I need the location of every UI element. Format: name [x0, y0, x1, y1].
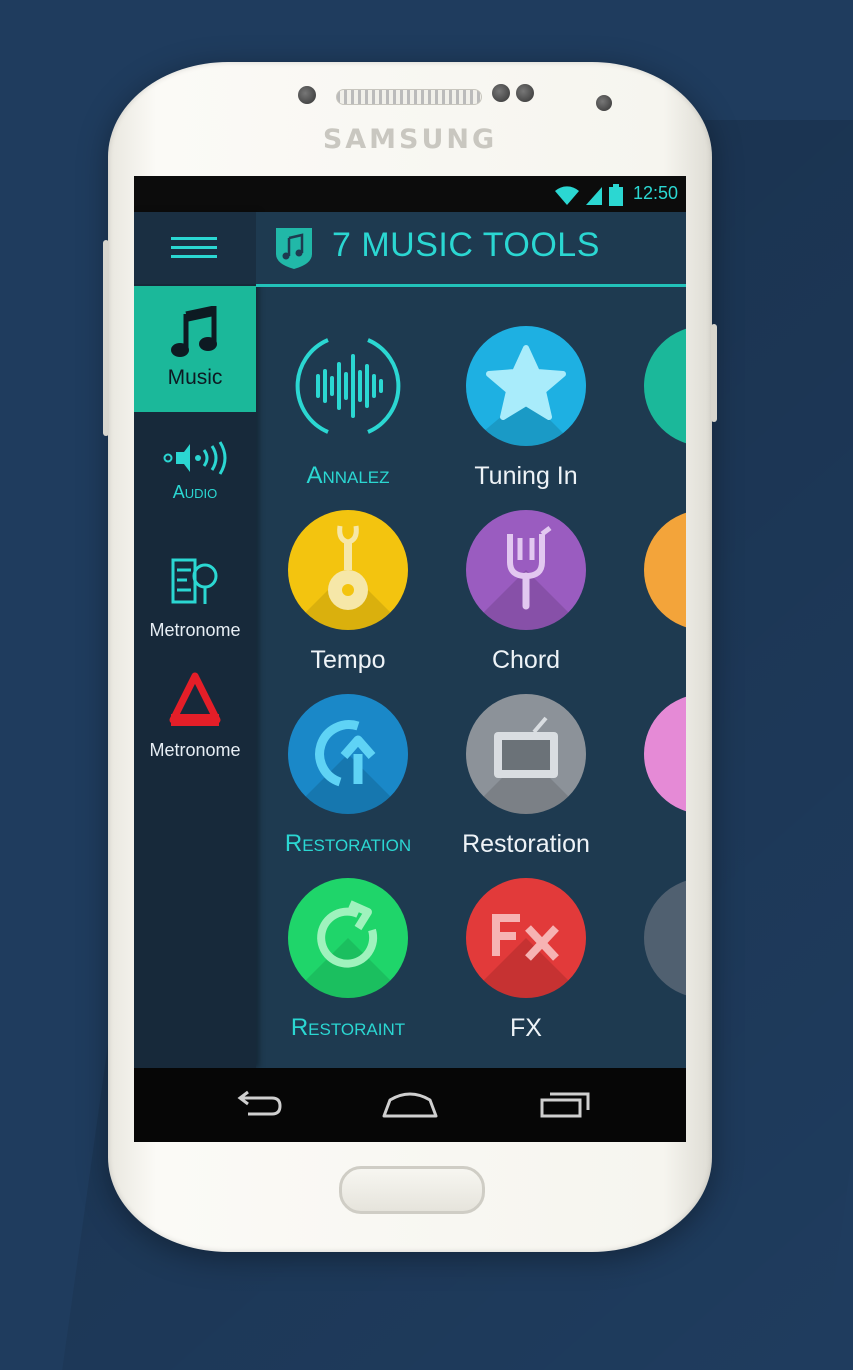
partial-tool-icon — [644, 694, 686, 814]
refresh-icon — [288, 878, 408, 998]
main-content: 7 MUSIC TOOLS Annalez Tuning In Tempo Ch… — [256, 212, 686, 1068]
tool-tuning-in[interactable]: Tuning In — [446, 326, 606, 491]
tv-icon — [466, 694, 586, 814]
sidebar-item-metronome[interactable]: Metronome — [134, 554, 256, 654]
banjo-icon — [288, 510, 408, 630]
partial-tool-icon — [644, 326, 686, 446]
tool-tempo[interactable]: Tempo — [268, 510, 428, 675]
front-camera-icon — [596, 95, 612, 111]
brand-logo: SAMSUNG — [322, 124, 498, 155]
tool-partial-3[interactable]: C — [624, 694, 686, 859]
tool-label: Tuning In — [474, 462, 578, 490]
sidebar-item-label: Metronome — [149, 620, 241, 640]
music-shield-logo-icon — [276, 228, 312, 269]
tool-label: Annalez — [306, 462, 390, 489]
music-note-icon — [171, 304, 217, 357]
tool-partial-1[interactable] — [624, 326, 686, 462]
metronome-icon — [171, 558, 218, 604]
tool-label: FX — [510, 1014, 542, 1042]
sidebar-item-audio[interactable]: Audio — [134, 434, 256, 534]
sidebar-item-label: Metronome — [149, 740, 241, 760]
navigation-bar — [134, 1068, 686, 1142]
tool-partial-4[interactable] — [624, 878, 686, 1014]
tool-label: Restoration — [284, 830, 412, 857]
phone-body: SAMSUNG 12:50 Music Audio Metronome Metr… — [103, 62, 717, 1252]
sidebar-item-label: Music — [167, 366, 223, 389]
recent-apps-icon[interactable] — [536, 1086, 596, 1124]
sensor-icon — [516, 84, 534, 102]
star-icon — [466, 326, 586, 446]
app-window: Music Audio Metronome Metronome 7 MUSIC … — [134, 212, 686, 1068]
volume-button — [103, 240, 109, 436]
wifi-icon — [555, 186, 579, 205]
partial-tool-icon — [644, 510, 686, 630]
sidebar-item-label: Audio — [172, 482, 218, 502]
sensor-icon — [298, 86, 316, 104]
back-icon[interactable] — [228, 1086, 288, 1124]
tool-label: C — [624, 830, 686, 859]
tool-chord[interactable]: Chord — [446, 510, 606, 675]
status-clock: 12:50 — [632, 183, 678, 203]
power-button — [711, 324, 717, 422]
tool-restoration[interactable]: Restoration — [268, 694, 428, 858]
red-triangle-metronome-icon — [169, 672, 221, 726]
tool-label: Restoraint — [290, 1014, 406, 1041]
partial-tool-icon — [644, 878, 686, 998]
hamburger-menu-icon[interactable] — [134, 212, 256, 284]
fx-icon — [466, 878, 586, 998]
sidebar: Music Audio Metronome Metronome — [134, 212, 256, 1068]
tool-restoraint[interactable]: Restoraint — [268, 878, 428, 1042]
sound-wave-icon — [288, 326, 408, 446]
sensor-icon — [492, 84, 510, 102]
sidebar-item-metronome-2[interactable]: Metronome — [134, 672, 256, 772]
earpiece-speaker — [336, 89, 482, 105]
tool-restoration-2[interactable]: Restoration — [446, 694, 606, 859]
tool-label: E — [624, 646, 686, 675]
screen: 12:50 Music Audio Metronome Metronome 7 … — [134, 176, 686, 1142]
status-bar: 12:50 — [134, 176, 686, 212]
home-icon[interactable] — [380, 1086, 440, 1124]
sidebar-item-music[interactable]: Music — [134, 286, 256, 412]
tool-label: Restoration — [462, 830, 590, 858]
signal-icon — [586, 187, 602, 205]
battery-icon — [609, 184, 623, 206]
tool-annalez[interactable]: Annalez — [268, 326, 428, 490]
tuning-fork-icon — [466, 510, 586, 630]
tool-fx[interactable]: FX — [446, 878, 606, 1043]
tool-label: Tempo — [310, 646, 386, 674]
app-header: 7 MUSIC TOOLS — [256, 212, 686, 287]
home-hardware-button[interactable] — [339, 1166, 485, 1214]
tool-partial-2[interactable]: E — [624, 510, 686, 675]
tool-label: Chord — [491, 646, 561, 674]
page-title: 7 MUSIC TOOLS — [332, 226, 600, 264]
arrow-up-circle-icon — [288, 694, 408, 814]
speaker-wave-icon — [163, 441, 227, 475]
